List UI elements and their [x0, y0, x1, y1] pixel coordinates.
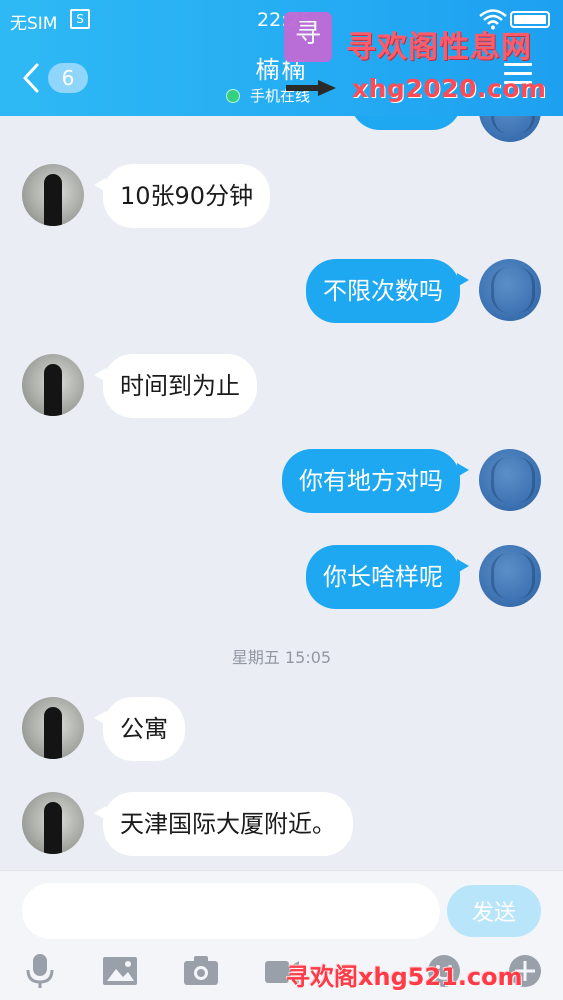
- message-text: 天津国际大厦附近。: [120, 810, 336, 838]
- message-text: 时间到为止: [120, 372, 240, 400]
- message-input[interactable]: [22, 883, 440, 939]
- message-text: 不限次数吗: [323, 277, 443, 305]
- message-bubble-outgoing[interactable]: 不限次数吗: [306, 259, 469, 323]
- message-text: 你长啥样呢: [323, 563, 443, 591]
- my-avatar[interactable]: [479, 449, 541, 511]
- message-text: 你有地方对吗: [299, 467, 443, 495]
- composer: 发送 寻欢阁xhg521.com: [0, 870, 563, 1000]
- message-text: 10张90分钟: [120, 182, 254, 210]
- watermark-arrow-icon: [286, 80, 336, 96]
- contact-avatar[interactable]: [22, 354, 84, 416]
- camera-icon[interactable]: [181, 951, 221, 991]
- contact-avatar[interactable]: [22, 164, 84, 226]
- message-bubble-incoming[interactable]: 时间到为止: [94, 354, 257, 418]
- sim-card-icon: S: [70, 9, 90, 29]
- message-bubble-outgoing[interactable]: 你有地方对吗: [282, 449, 469, 513]
- watermark-url: xhg2020.com: [352, 74, 547, 103]
- timestamp: 星期五 15:05: [231, 648, 332, 667]
- message-bubble-outgoing[interactable]: 你长啥样呢: [306, 545, 469, 609]
- watermark-title: 寻欢阁性息网: [346, 30, 532, 65]
- message-text: 公寓: [120, 715, 168, 743]
- image-icon[interactable]: [100, 951, 140, 991]
- contact-avatar[interactable]: [22, 697, 84, 759]
- carrier-label: 无SIM: [10, 14, 58, 34]
- contact-avatar[interactable]: [22, 792, 84, 854]
- my-avatar[interactable]: [479, 116, 541, 142]
- message-bubble-outgoing[interactable]: [350, 116, 462, 130]
- message-bubble-incoming[interactable]: 天津国际大厦附近。: [94, 792, 353, 856]
- my-avatar[interactable]: [479, 545, 541, 607]
- my-avatar[interactable]: [479, 259, 541, 321]
- online-indicator: [226, 88, 240, 103]
- message-bubble-incoming[interactable]: 10张90分钟: [93, 164, 271, 228]
- chat-header: 无SIM S 22:25 6 楠楠 手机在线 寻 寻欢阁性息网 xhg2020.…: [0, 0, 563, 116]
- send-button[interactable]: 发送: [447, 885, 541, 937]
- mic-icon[interactable]: [20, 951, 60, 991]
- message-list[interactable]: 10张90分钟 不限次数吗 时间到为止 你有地方对吗 你长啥样呢 星期五 15:…: [0, 116, 563, 870]
- watermark-logo: 寻: [284, 12, 332, 62]
- watermark-bottom: 寻欢阁xhg521.com: [286, 963, 523, 991]
- message-bubble-incoming[interactable]: 公寓: [94, 697, 185, 761]
